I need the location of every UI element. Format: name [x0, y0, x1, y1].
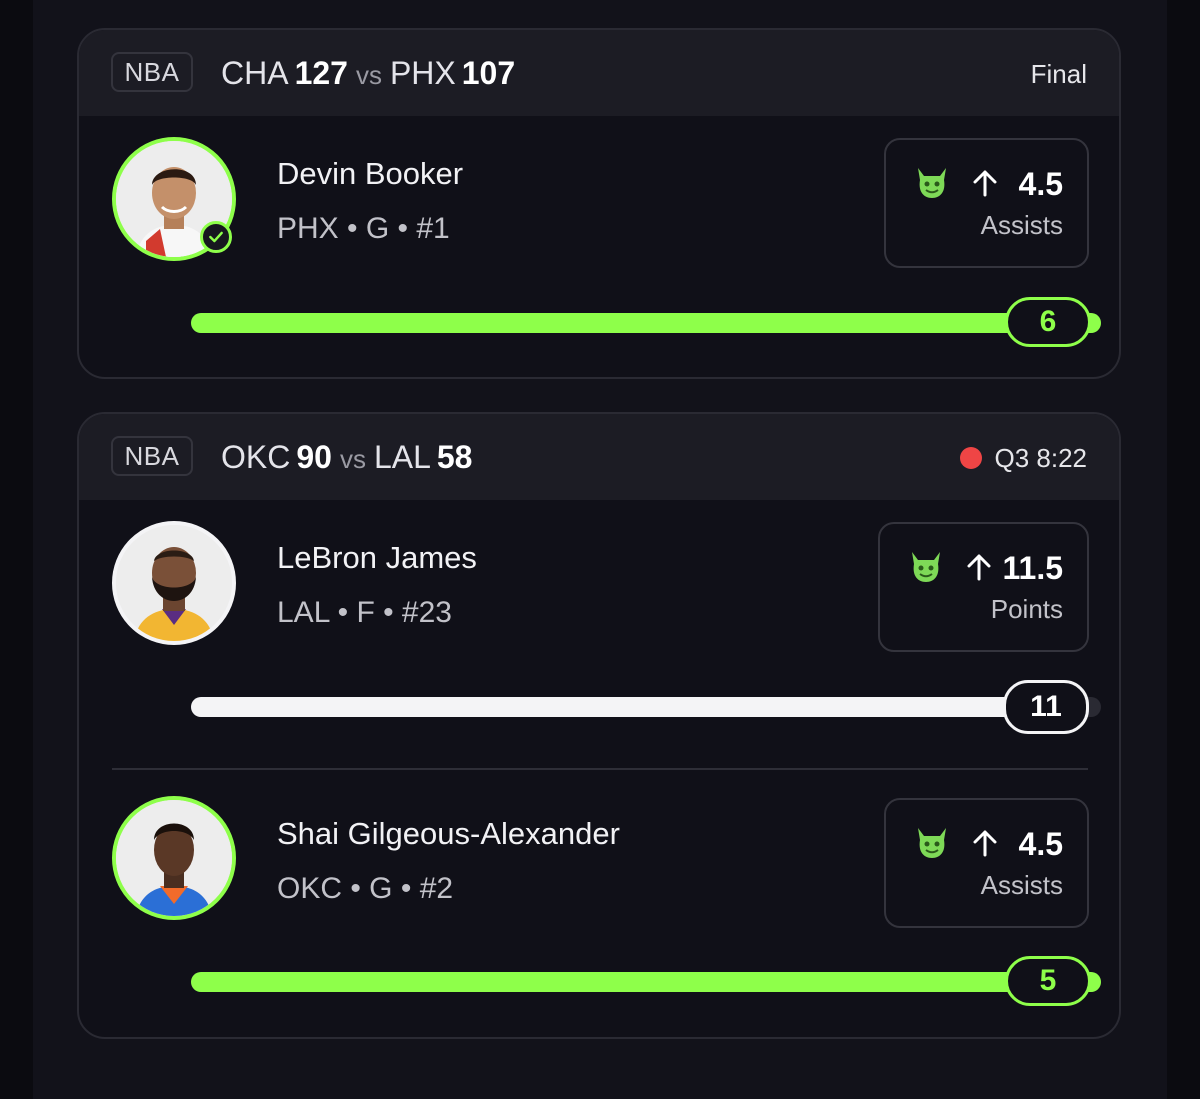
stat-type: Assists — [980, 210, 1063, 240]
vs-label: vs — [355, 60, 382, 90]
team-home: LAL — [373, 439, 431, 475]
game-status: Q3 8:22 — [960, 438, 1087, 478]
player-avatar — [112, 137, 236, 261]
score-home: 58 — [436, 439, 473, 475]
game-clock: Q3 8:22 — [994, 443, 1087, 473]
devil-mascot-icon — [918, 828, 946, 858]
progress-track — [191, 313, 1101, 333]
player-meta: OKC • G • #2 — [277, 872, 454, 905]
live-dot-icon — [960, 447, 983, 470]
player-headshot — [116, 800, 232, 916]
game-score: CHA 127 vs PHX 107 — [221, 52, 515, 94]
vs-label: vs — [339, 444, 366, 474]
player-meta: LAL • F • #23 — [277, 596, 452, 629]
player-avatar — [112, 796, 236, 920]
stat-type: Points — [990, 594, 1063, 624]
game-header: NBA OKC 90 vs LAL 58 Q3 8:22 — [79, 414, 1119, 500]
current-stat-pill: 6 — [1005, 297, 1091, 347]
line-value: 4.5 — [1018, 826, 1063, 862]
game-header: NBA CHA 127 vs PHX 107 Final — [79, 30, 1119, 116]
devil-mascot-icon — [918, 168, 946, 198]
team-away: CHA — [221, 55, 289, 91]
team-home: PHX — [389, 55, 456, 91]
stat-type: Assists — [980, 870, 1063, 900]
game-score: OKC 90 vs LAL 58 — [221, 436, 472, 478]
player-meta: PHX • G • #1 — [277, 212, 450, 245]
progress-track — [191, 697, 1101, 717]
league-badge: NBA — [111, 52, 193, 92]
devil-mascot-icon — [912, 552, 940, 582]
league-badge: NBA — [111, 436, 193, 476]
pick-line-box[interactable]: 11.5 Points — [878, 522, 1089, 652]
arrow-up-icon — [973, 830, 997, 857]
line-value: 11.5 — [1002, 550, 1063, 586]
progress-fill — [191, 972, 1101, 992]
score-away: 90 — [296, 439, 332, 475]
game-status: Final — [1030, 59, 1087, 89]
arrow-up-icon — [967, 554, 991, 581]
game-card[interactable]: NBA CHA 127 vs PHX 107 Final Devin Booker PH… — [77, 28, 1121, 379]
player-avatar — [112, 521, 236, 645]
check-circle-icon — [200, 221, 232, 253]
arrow-up-icon — [973, 170, 997, 197]
pick-line-box[interactable]: 4.5 Assists — [884, 138, 1089, 268]
current-stat-pill: 11 — [1003, 680, 1089, 734]
player-name: Devin Booker — [277, 156, 464, 191]
progress-fill — [191, 313, 1101, 333]
progress-fill — [191, 697, 1065, 717]
player-headshot — [116, 525, 232, 641]
current-stat-pill: 5 — [1005, 956, 1091, 1006]
player-name: LeBron James — [277, 540, 477, 575]
score-away: 127 — [294, 55, 348, 91]
line-value: 4.5 — [1018, 166, 1063, 202]
row-divider — [112, 768, 1088, 770]
game-card[interactable]: NBA OKC 90 vs LAL 58 Q3 8:22 LeBron James LA… — [77, 412, 1121, 1039]
team-away: OKC — [221, 439, 291, 475]
score-home: 107 — [461, 55, 516, 91]
progress-track — [191, 972, 1101, 992]
pick-line-box[interactable]: 4.5 Assists — [884, 798, 1089, 928]
player-name: Shai Gilgeous-Alexander — [277, 816, 620, 851]
